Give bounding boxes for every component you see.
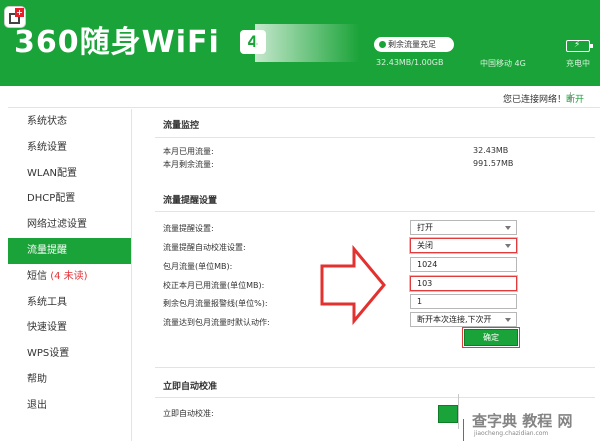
sidebar-item-network-filter[interactable]: 网络过滤设置 xyxy=(8,212,131,238)
chevron-down-icon xyxy=(505,244,511,248)
usage-readout: 32.43MB/1.00GB xyxy=(376,58,444,67)
flow-status-pill: 剩余流量充足 xyxy=(374,37,454,52)
sidebar-item-quick-setup[interactable]: 快速设置 xyxy=(8,315,131,341)
sidebar-item-system-tools[interactable]: 系统工具 xyxy=(8,290,131,316)
charging-label: 充电中 xyxy=(566,59,590,68)
divider xyxy=(155,137,595,138)
confirm-button[interactable]: 确定 xyxy=(462,327,520,348)
reminder-setting-select[interactable]: 打开 xyxy=(410,220,517,235)
sidebar-item-wlan[interactable]: WLAN配置 xyxy=(8,161,131,187)
used-flow-value: 32.43MB xyxy=(473,146,509,155)
auto-calibrate-select[interactable]: 关闭 xyxy=(409,237,518,254)
sidebar-item-system-settings[interactable]: 系统设置 xyxy=(8,135,131,161)
section-title-monitor: 流量监控 xyxy=(163,121,200,131)
divider xyxy=(155,211,595,212)
alarm-threshold-label: 剩余包月流量报警线(单位%): xyxy=(163,299,268,308)
autocal-now-label: 立即自动校准: xyxy=(163,409,214,418)
monthly-quota-input[interactable]: 1024 xyxy=(410,257,517,272)
unread-badge: (4 未读) xyxy=(50,270,88,282)
divider xyxy=(155,397,595,398)
battery-charging-icon: ⚡ xyxy=(566,40,593,52)
divider xyxy=(155,367,595,368)
sidebar-item-logout[interactable]: 退出 xyxy=(8,393,131,419)
remaining-flow-label: 本月剩余流量: xyxy=(163,160,214,169)
chevron-down-icon xyxy=(505,318,511,322)
status-dot-icon xyxy=(379,41,386,48)
correct-used-input[interactable]: 103 xyxy=(409,275,518,292)
brand-title: 360随身WiFi xyxy=(14,25,220,60)
connected-text: 您已连接网络！ xyxy=(502,95,566,105)
sidebar-item-wps[interactable]: WPS设置 xyxy=(8,341,131,367)
header-bar: + 360随身WiFi 4 剩余流量充足 32.43MB/1.00GB 中国移动… xyxy=(0,0,600,86)
disconnect-link[interactable]: 断开 xyxy=(566,92,584,105)
sidebar-item-system-status[interactable]: 系统状态 xyxy=(8,109,131,135)
reminder-setting-label: 流量提醒设置: xyxy=(163,224,214,233)
sidebar-nav: 系统状态 系统设置 WLAN配置 DHCP配置 网络过滤设置 流量提醒 短信 (… xyxy=(8,109,132,441)
brand-highlight xyxy=(255,24,360,62)
remaining-flow-value: 991.57MB xyxy=(473,159,514,168)
monthly-quota-label: 包月流量(单位MB): xyxy=(163,262,233,271)
used-flow-label: 本月已用流量: xyxy=(163,147,214,156)
sidebar-item-sms[interactable]: 短信 (4 未读) xyxy=(8,264,131,290)
auto-calibrate-label: 流量提醒自动校准设置: xyxy=(163,243,246,252)
sidebar-item-dhcp[interactable]: DHCP配置 xyxy=(8,186,131,212)
watermark-text: 查字典 教程 网 xyxy=(472,412,573,430)
sidebar-item-flow-reminder[interactable]: 流量提醒 xyxy=(8,237,131,264)
carrier-label: 中国移动 4G xyxy=(480,59,526,68)
default-action-select[interactable]: 断开本次连接,下次开 xyxy=(410,312,517,327)
divider xyxy=(458,394,459,429)
connection-status-bar: 您已连接网络！ | 断开 xyxy=(8,86,600,108)
divider xyxy=(463,419,464,441)
section-title-reminder: 流量提醒设置 xyxy=(163,196,218,206)
correct-used-label: 校正本月已用流量(单位MB): xyxy=(163,281,265,290)
sidebar-item-help[interactable]: 帮助 xyxy=(8,367,131,393)
default-action-label: 流量达到包月流量时默认动作: xyxy=(163,318,270,327)
section-title-autocal: 立即自动校准 xyxy=(163,382,218,392)
flow-status-label: 剩余流量充足 xyxy=(388,40,436,49)
chevron-down-icon xyxy=(505,226,511,230)
annotation-arrow-icon xyxy=(320,245,386,325)
autocal-now-toggle[interactable] xyxy=(438,405,458,423)
watermark-url: jiaocheng.chazidian.com xyxy=(474,430,549,437)
alarm-threshold-input[interactable]: 1 xyxy=(410,294,517,309)
